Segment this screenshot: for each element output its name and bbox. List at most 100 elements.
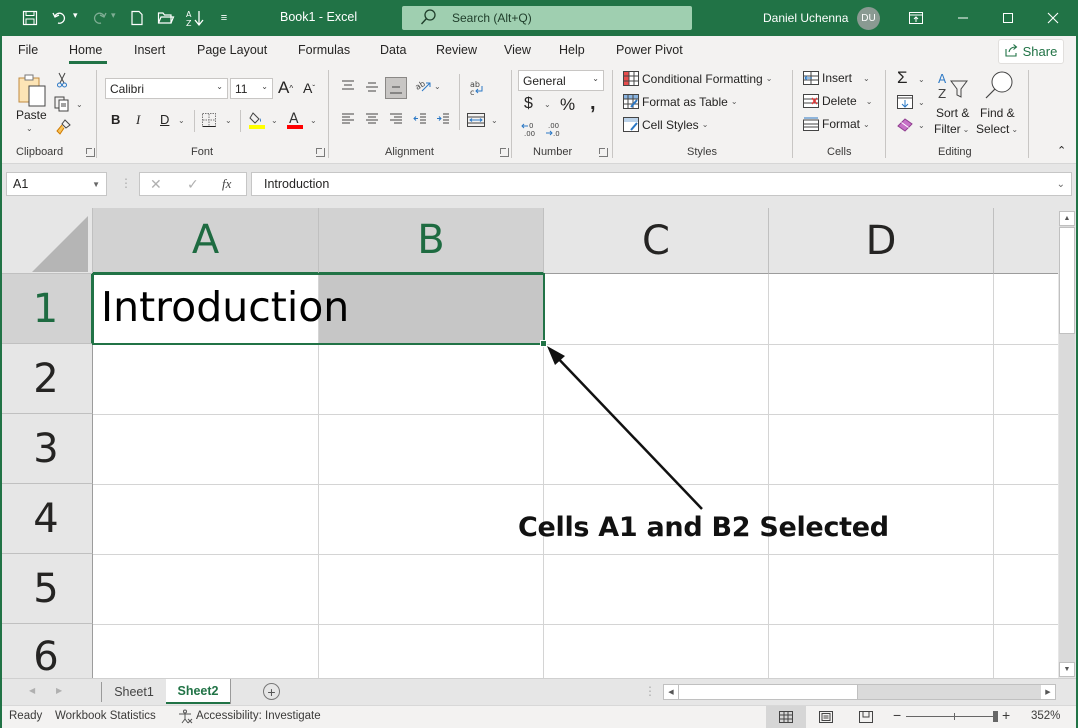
open-folder-icon[interactable] [156, 8, 176, 28]
underline-button[interactable]: D [160, 112, 169, 127]
close-icon[interactable] [1041, 6, 1065, 30]
zoom-slider-thumb[interactable] [993, 711, 998, 722]
increase-decimal-icon[interactable]: 0.00 [521, 120, 541, 138]
workbook-statistics-button[interactable]: Workbook Statistics [55, 710, 156, 722]
currency-button[interactable]: $ [524, 95, 533, 113]
zoom-in-icon[interactable]: + [1002, 707, 1010, 723]
merge-dropdown-icon[interactable]: ⌄ [491, 116, 498, 125]
autosum-dropdown-icon[interactable]: ⌄ [918, 75, 925, 84]
find-select-icon[interactable] [983, 70, 1015, 102]
copy-icon[interactable] [53, 95, 71, 113]
orientation-dropdown-icon[interactable]: ⌄ [434, 82, 441, 91]
font-color-dropdown-icon[interactable]: ⌄ [310, 116, 317, 125]
spreadsheet-grid[interactable]: A B C D 1 2 3 4 5 6 Introduction Cells A… [0, 208, 1058, 678]
tab-page-layout[interactable]: Page Layout [197, 43, 267, 57]
decrease-indent-icon[interactable] [412, 112, 428, 126]
scroll-up-icon[interactable]: ▲ [1059, 211, 1075, 226]
fill-color-icon[interactable] [248, 110, 266, 130]
enter-icon[interactable]: ✓ [187, 176, 199, 193]
borders-dropdown-icon[interactable]: ⌄ [225, 116, 232, 125]
cut-icon[interactable] [55, 71, 69, 89]
page-break-preview-icon[interactable] [846, 706, 886, 728]
undo-dropdown-icon[interactable]: ▾ [73, 10, 78, 21]
underline-dropdown-icon[interactable]: ⌄ [178, 116, 185, 125]
accessibility-button[interactable]: Accessibility: Investigate [196, 710, 321, 722]
vertical-scrollbar[interactable]: ▲ ▼ [1058, 208, 1078, 678]
avatar[interactable]: DU [857, 7, 880, 30]
align-middle-icon[interactable] [364, 79, 380, 93]
paste-dropdown-icon[interactable]: ⌄ [26, 124, 33, 133]
maximize-icon[interactable] [996, 6, 1020, 30]
clear-icon[interactable] [896, 117, 913, 132]
sort-filter-label-1[interactable]: Sort & [936, 106, 969, 120]
paste-button[interactable]: Paste [16, 108, 47, 122]
tab-split-handle[interactable]: ⋮ [644, 684, 656, 698]
fill-color-dropdown-icon[interactable]: ⌄ [271, 116, 278, 125]
align-right-icon[interactable] [388, 112, 404, 126]
save-icon[interactable] [20, 8, 40, 28]
sheet-tab-sheet2[interactable]: Sheet2 [166, 679, 230, 704]
undo-icon[interactable] [50, 8, 70, 28]
decrease-font-size-icon[interactable]: Aˇ [303, 80, 315, 96]
customize-quick-access-icon[interactable]: ≡ [214, 8, 234, 28]
tab-formulas[interactable]: Formulas [298, 43, 350, 57]
zoom-slider[interactable] [906, 716, 998, 717]
copy-dropdown-icon[interactable]: ⌄ [76, 100, 83, 109]
collapse-ribbon-icon[interactable]: ⌃ [1057, 144, 1066, 157]
user-name[interactable]: Daniel Uchenna [763, 11, 848, 25]
tab-file[interactable]: File [18, 43, 38, 57]
zoom-out-icon[interactable]: − [893, 707, 901, 723]
find-select-button[interactable]: Select ⌄ [976, 122, 1018, 136]
next-sheet-icon[interactable]: ▶ [56, 686, 62, 695]
find-select-label-1[interactable]: Find & [980, 106, 1015, 120]
sort-filter-button[interactable]: Filter ⌄ [934, 122, 969, 136]
percent-button[interactable]: % [560, 95, 575, 115]
align-left-icon[interactable] [340, 112, 356, 126]
autosum-icon[interactable]: Σ [897, 68, 908, 88]
orientation-icon[interactable]: ab [414, 77, 432, 95]
name-box[interactable]: A1 ▼ [6, 172, 107, 196]
new-file-icon[interactable] [127, 8, 147, 28]
alignment-launcher-icon[interactable] [500, 148, 509, 157]
ribbon-display-options-icon[interactable] [904, 6, 928, 30]
zoom-level[interactable]: 352% [1031, 710, 1060, 722]
search-box[interactable]: Search (Alt+Q) [402, 6, 692, 30]
tab-data[interactable]: Data [380, 43, 406, 57]
format-painter-icon[interactable] [54, 118, 72, 136]
comma-style-button[interactable]: , [590, 92, 596, 115]
wrap-text-icon[interactable]: ab c [467, 78, 487, 98]
sheet-tab-sheet1[interactable]: Sheet1 [102, 679, 166, 704]
tab-help[interactable]: Help [559, 43, 585, 57]
currency-dropdown-icon[interactable]: ⌄ [544, 100, 551, 109]
insert-function-icon[interactable]: fx [222, 176, 231, 192]
font-launcher-icon[interactable] [316, 148, 325, 157]
scroll-right-icon[interactable]: ▶ [1041, 685, 1055, 699]
tab-home[interactable]: Home [69, 43, 102, 57]
tab-review[interactable]: Review [436, 43, 477, 57]
cell-styles-button[interactable]: Cell Styles ⌄ [623, 117, 708, 132]
tab-power-pivot[interactable]: Power Pivot [616, 43, 683, 57]
sort-filter-icon[interactable]: AZ [936, 71, 970, 101]
share-button[interactable]: Share [998, 39, 1064, 64]
fill-dropdown-icon[interactable]: ⌄ [918, 98, 925, 107]
font-size-select[interactable]: 11 ⌄ [230, 78, 273, 99]
page-layout-view-icon[interactable] [806, 706, 846, 728]
increase-indent-icon[interactable] [435, 112, 451, 126]
delete-cells-button[interactable]: Delete ⌄ [803, 94, 872, 108]
paste-icon[interactable] [16, 72, 48, 108]
font-name-select[interactable]: Calibri ⌄ [105, 78, 228, 99]
scroll-left-icon[interactable]: ◀ [664, 685, 678, 699]
cancel-icon[interactable]: ✕ [150, 176, 162, 193]
formula-bar-resize-handle[interactable]: ⋮ [120, 176, 132, 190]
clipboard-launcher-icon[interactable] [86, 148, 95, 157]
tab-insert[interactable]: Insert [134, 43, 165, 57]
scroll-down-icon[interactable]: ▼ [1059, 662, 1075, 677]
align-center-icon[interactable] [364, 112, 380, 126]
previous-sheet-icon[interactable]: ◀ [29, 686, 35, 695]
merge-center-icon[interactable] [467, 112, 485, 128]
horizontal-scroll-thumb[interactable] [678, 685, 858, 699]
italic-button[interactable]: I [136, 112, 140, 128]
borders-icon[interactable] [201, 112, 217, 128]
add-sheet-icon[interactable]: + [263, 683, 280, 700]
format-as-table-button[interactable]: Format as Table ⌄ [623, 94, 738, 109]
